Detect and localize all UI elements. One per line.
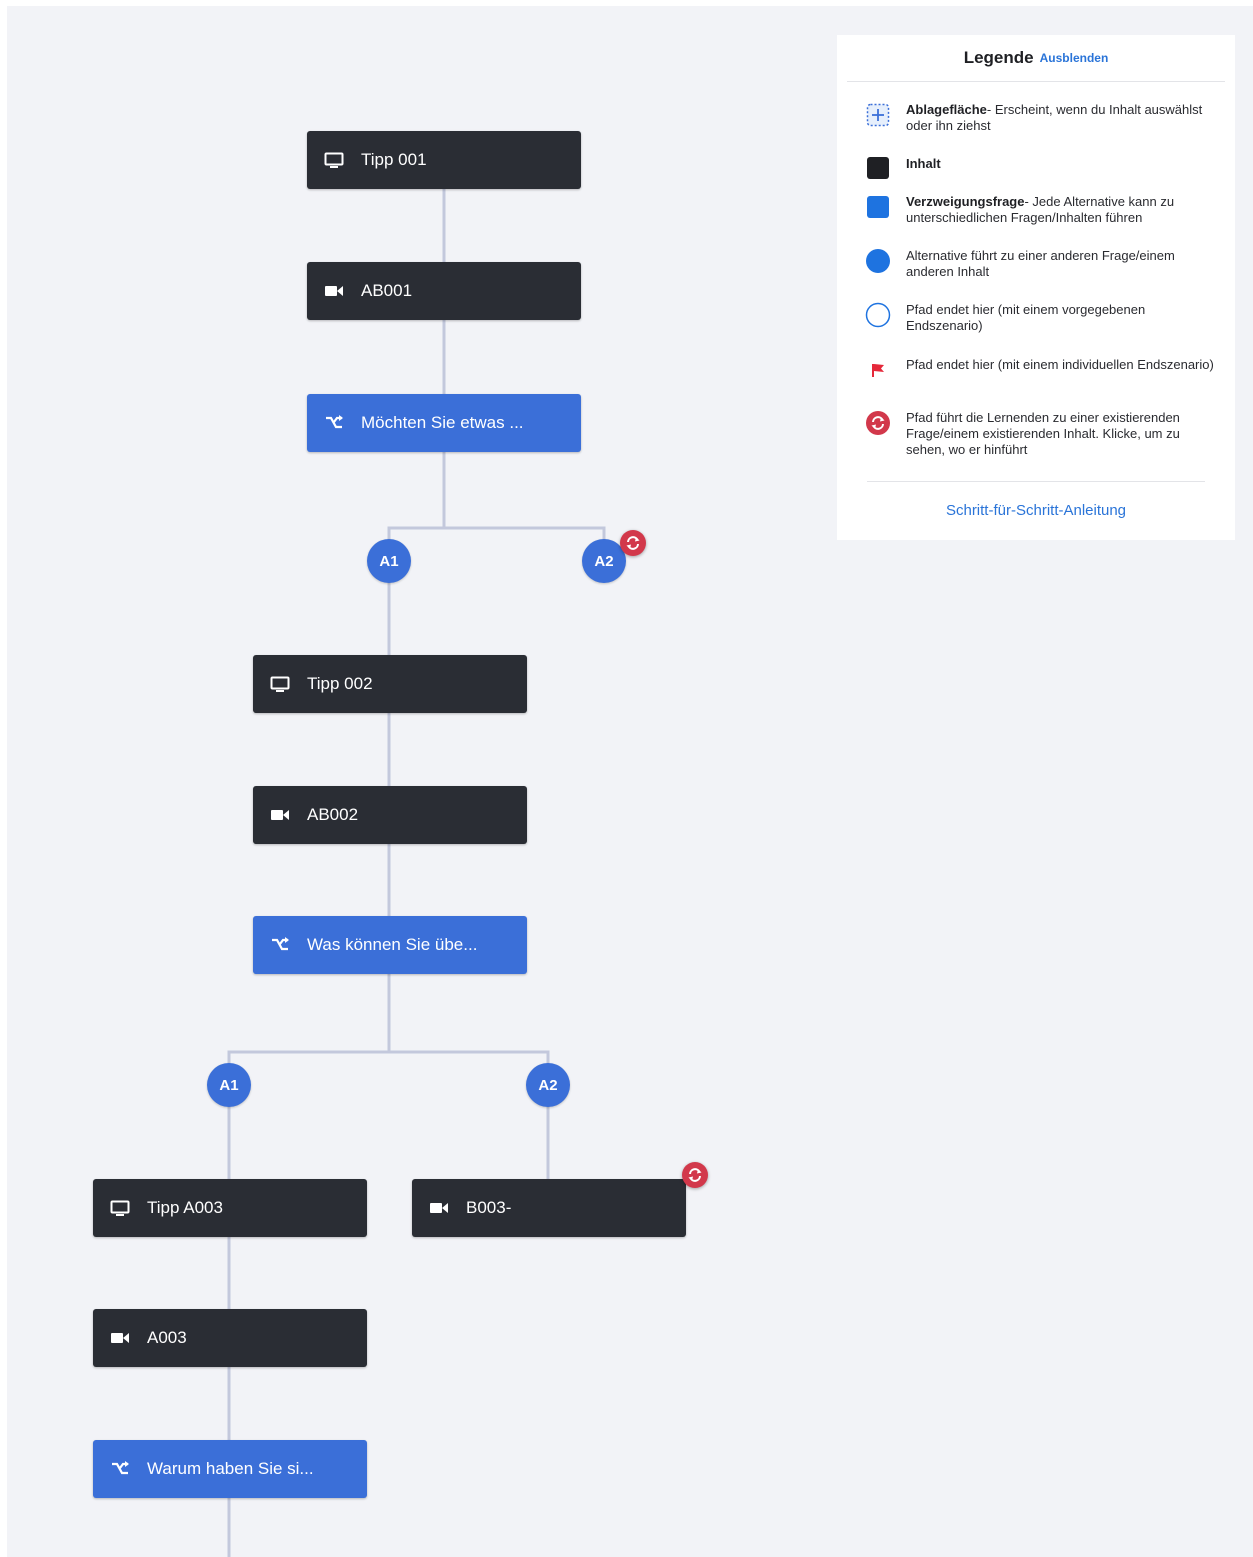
step-by-step-guide-link[interactable]: Schritt-für-Schritt-Anleitung (837, 502, 1235, 519)
branch-icon (109, 1460, 131, 1478)
node-label: A003 (147, 1328, 187, 1347)
content-node-tipp-002[interactable]: Tipp 002 (253, 655, 527, 713)
flag-icon (865, 357, 891, 383)
loop-badge[interactable] (682, 1162, 708, 1188)
question-square-icon (865, 194, 891, 220)
loop-badge[interactable] (620, 530, 646, 556)
node-label: Tipp 002 (307, 674, 373, 693)
monitor-icon (109, 1199, 131, 1217)
video-camera-icon (323, 282, 345, 300)
monitor-icon (269, 675, 291, 693)
connector (387, 526, 606, 540)
video-camera-icon (109, 1329, 131, 1347)
content-square-icon (865, 155, 891, 181)
legend-drop-zone-term: Ablagefläche (906, 102, 987, 117)
legend-item-branch-question: Verzweigungsfrage- Jede Alternative kann… (865, 194, 1215, 226)
branch-icon (269, 936, 291, 954)
legend-path-end-custom-desc: Pfad endet hier (mit einem individuellen… (906, 357, 1214, 372)
question-node-moechten[interactable]: Möchten Sie etwas ... (307, 394, 581, 452)
refresh-icon (688, 1168, 702, 1182)
connector (227, 1050, 550, 1064)
alternative-circle-icon (865, 248, 891, 274)
video-camera-icon (269, 806, 291, 824)
drop-zone-icon (865, 102, 891, 128)
content-node-tipp-a003[interactable]: Tipp A003 (93, 1179, 367, 1237)
legend-branch-term: Verzweigungsfrage (906, 194, 1025, 209)
legend-alternative-desc: Alternative führt zu einer anderen Frage… (906, 248, 1175, 279)
legend-content-term: Inhalt (906, 156, 941, 171)
content-node-b003[interactable]: B003- (412, 1179, 686, 1237)
question-node-warum[interactable]: Warum haben Sie si... (93, 1440, 367, 1498)
branch-icon (323, 414, 345, 432)
node-label: Tipp A003 (147, 1198, 223, 1217)
legend-panel: Legende Ausblenden Ablagefläche- Erschei… (837, 35, 1235, 540)
content-node-ab002[interactable]: AB002 (253, 786, 527, 844)
node-label: Tipp 001 (361, 150, 427, 169)
content-node-tipp-001[interactable]: Tipp 001 (307, 131, 581, 189)
legend-title: Legende (963, 48, 1034, 67)
alternative-a1[interactable]: A1 (367, 539, 411, 583)
monitor-icon (323, 151, 345, 169)
legend-item-drop-zone: Ablagefläche- Erscheint, wenn du Inhalt … (865, 102, 1215, 134)
legend-loop-desc: Pfad führt die Lernenden zu einer existi… (906, 410, 1180, 457)
node-label: Warum haben Sie si... (147, 1459, 314, 1478)
legend-header: Legende Ausblenden (847, 35, 1225, 82)
content-node-ab001[interactable]: AB001 (307, 262, 581, 320)
legend-item-alternative: Alternative führt zu einer anderen Frage… (865, 248, 1215, 280)
legend-item-path-end-preset: Pfad endet hier (mit einem vorgegebenen … (865, 302, 1215, 334)
node-label: AB002 (307, 805, 359, 824)
node-label: AB001 (361, 281, 413, 300)
hide-legend-button[interactable]: Ausblenden (1040, 51, 1109, 65)
question-node-was-koennen[interactable]: Was können Sie übe... (253, 916, 527, 974)
open-circle-icon (865, 302, 891, 328)
alternative-a1[interactable]: A1 (207, 1063, 251, 1107)
legend-item-loop: Pfad führt die Lernenden zu einer existi… (865, 410, 1215, 458)
legend-item-content: Inhalt (865, 155, 1215, 181)
legend-divider (867, 481, 1205, 482)
content-node-a003[interactable]: A003 (93, 1309, 367, 1367)
node-label: Möchten Sie etwas ... (361, 413, 524, 432)
loop-badge-icon (865, 410, 891, 436)
node-label: B003- (466, 1198, 512, 1217)
video-camera-icon (428, 1199, 450, 1217)
legend-item-path-end-custom: Pfad endet hier (mit einem individuellen… (865, 357, 1215, 383)
legend-path-end-preset-desc: Pfad endet hier (mit einem vorgegebenen … (906, 302, 1146, 333)
node-label: Was können Sie übe... (307, 935, 478, 954)
refresh-icon (626, 536, 640, 550)
alternative-a2[interactable]: A2 (526, 1063, 570, 1107)
